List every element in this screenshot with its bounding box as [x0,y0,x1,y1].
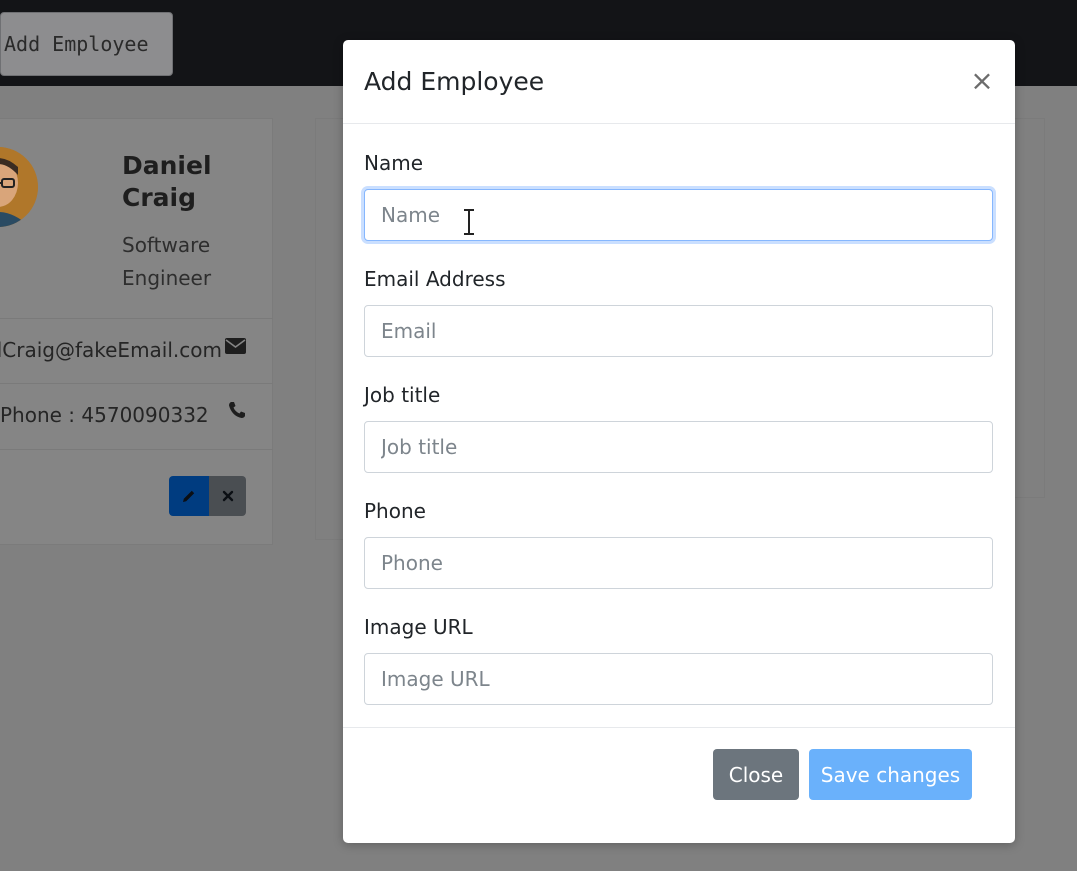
modal-footer-divider [343,727,1015,728]
pencil-icon [183,490,195,502]
job-title-label: Job title [364,383,441,407]
phone-input[interactable] [364,537,993,589]
phone-icon [229,402,245,418]
image-url-label: Image URL [364,615,473,639]
edit-employee-button[interactable] [169,476,209,516]
card-divider [0,383,273,384]
employee-card-ghost [315,118,345,540]
x-icon [222,490,233,502]
card-divider [0,449,273,450]
email-label: Email Address [364,267,506,291]
close-button[interactable]: Close [713,749,799,800]
add-employee-button[interactable]: Add Employee [0,12,173,76]
job-title-input[interactable] [364,421,993,473]
modal-title: Add Employee [364,67,545,96]
add-employee-modal: Add Employee × Name Email Address Job ti… [343,40,1015,843]
phone-label: Phone [364,499,426,523]
modal-header-divider [343,123,1015,124]
name-label: Name [364,151,424,175]
image-url-input[interactable] [364,653,993,705]
save-changes-button[interactable]: Save changes [809,749,972,800]
employee-name: Daniel Craig [122,151,212,212]
envelope-icon [225,338,246,354]
email-input[interactable] [364,305,993,357]
employee-email: DanielCraig@fakeEmail.com [0,338,222,362]
employee-job-title: Software Engineer [122,233,212,290]
employee-card-ghost-right [1015,118,1045,498]
delete-employee-button[interactable] [209,476,246,516]
employee-phone: Phone : 4570090332 [0,403,209,427]
card-divider [0,318,273,319]
name-input[interactable] [364,189,993,241]
close-icon[interactable]: × [969,66,995,96]
